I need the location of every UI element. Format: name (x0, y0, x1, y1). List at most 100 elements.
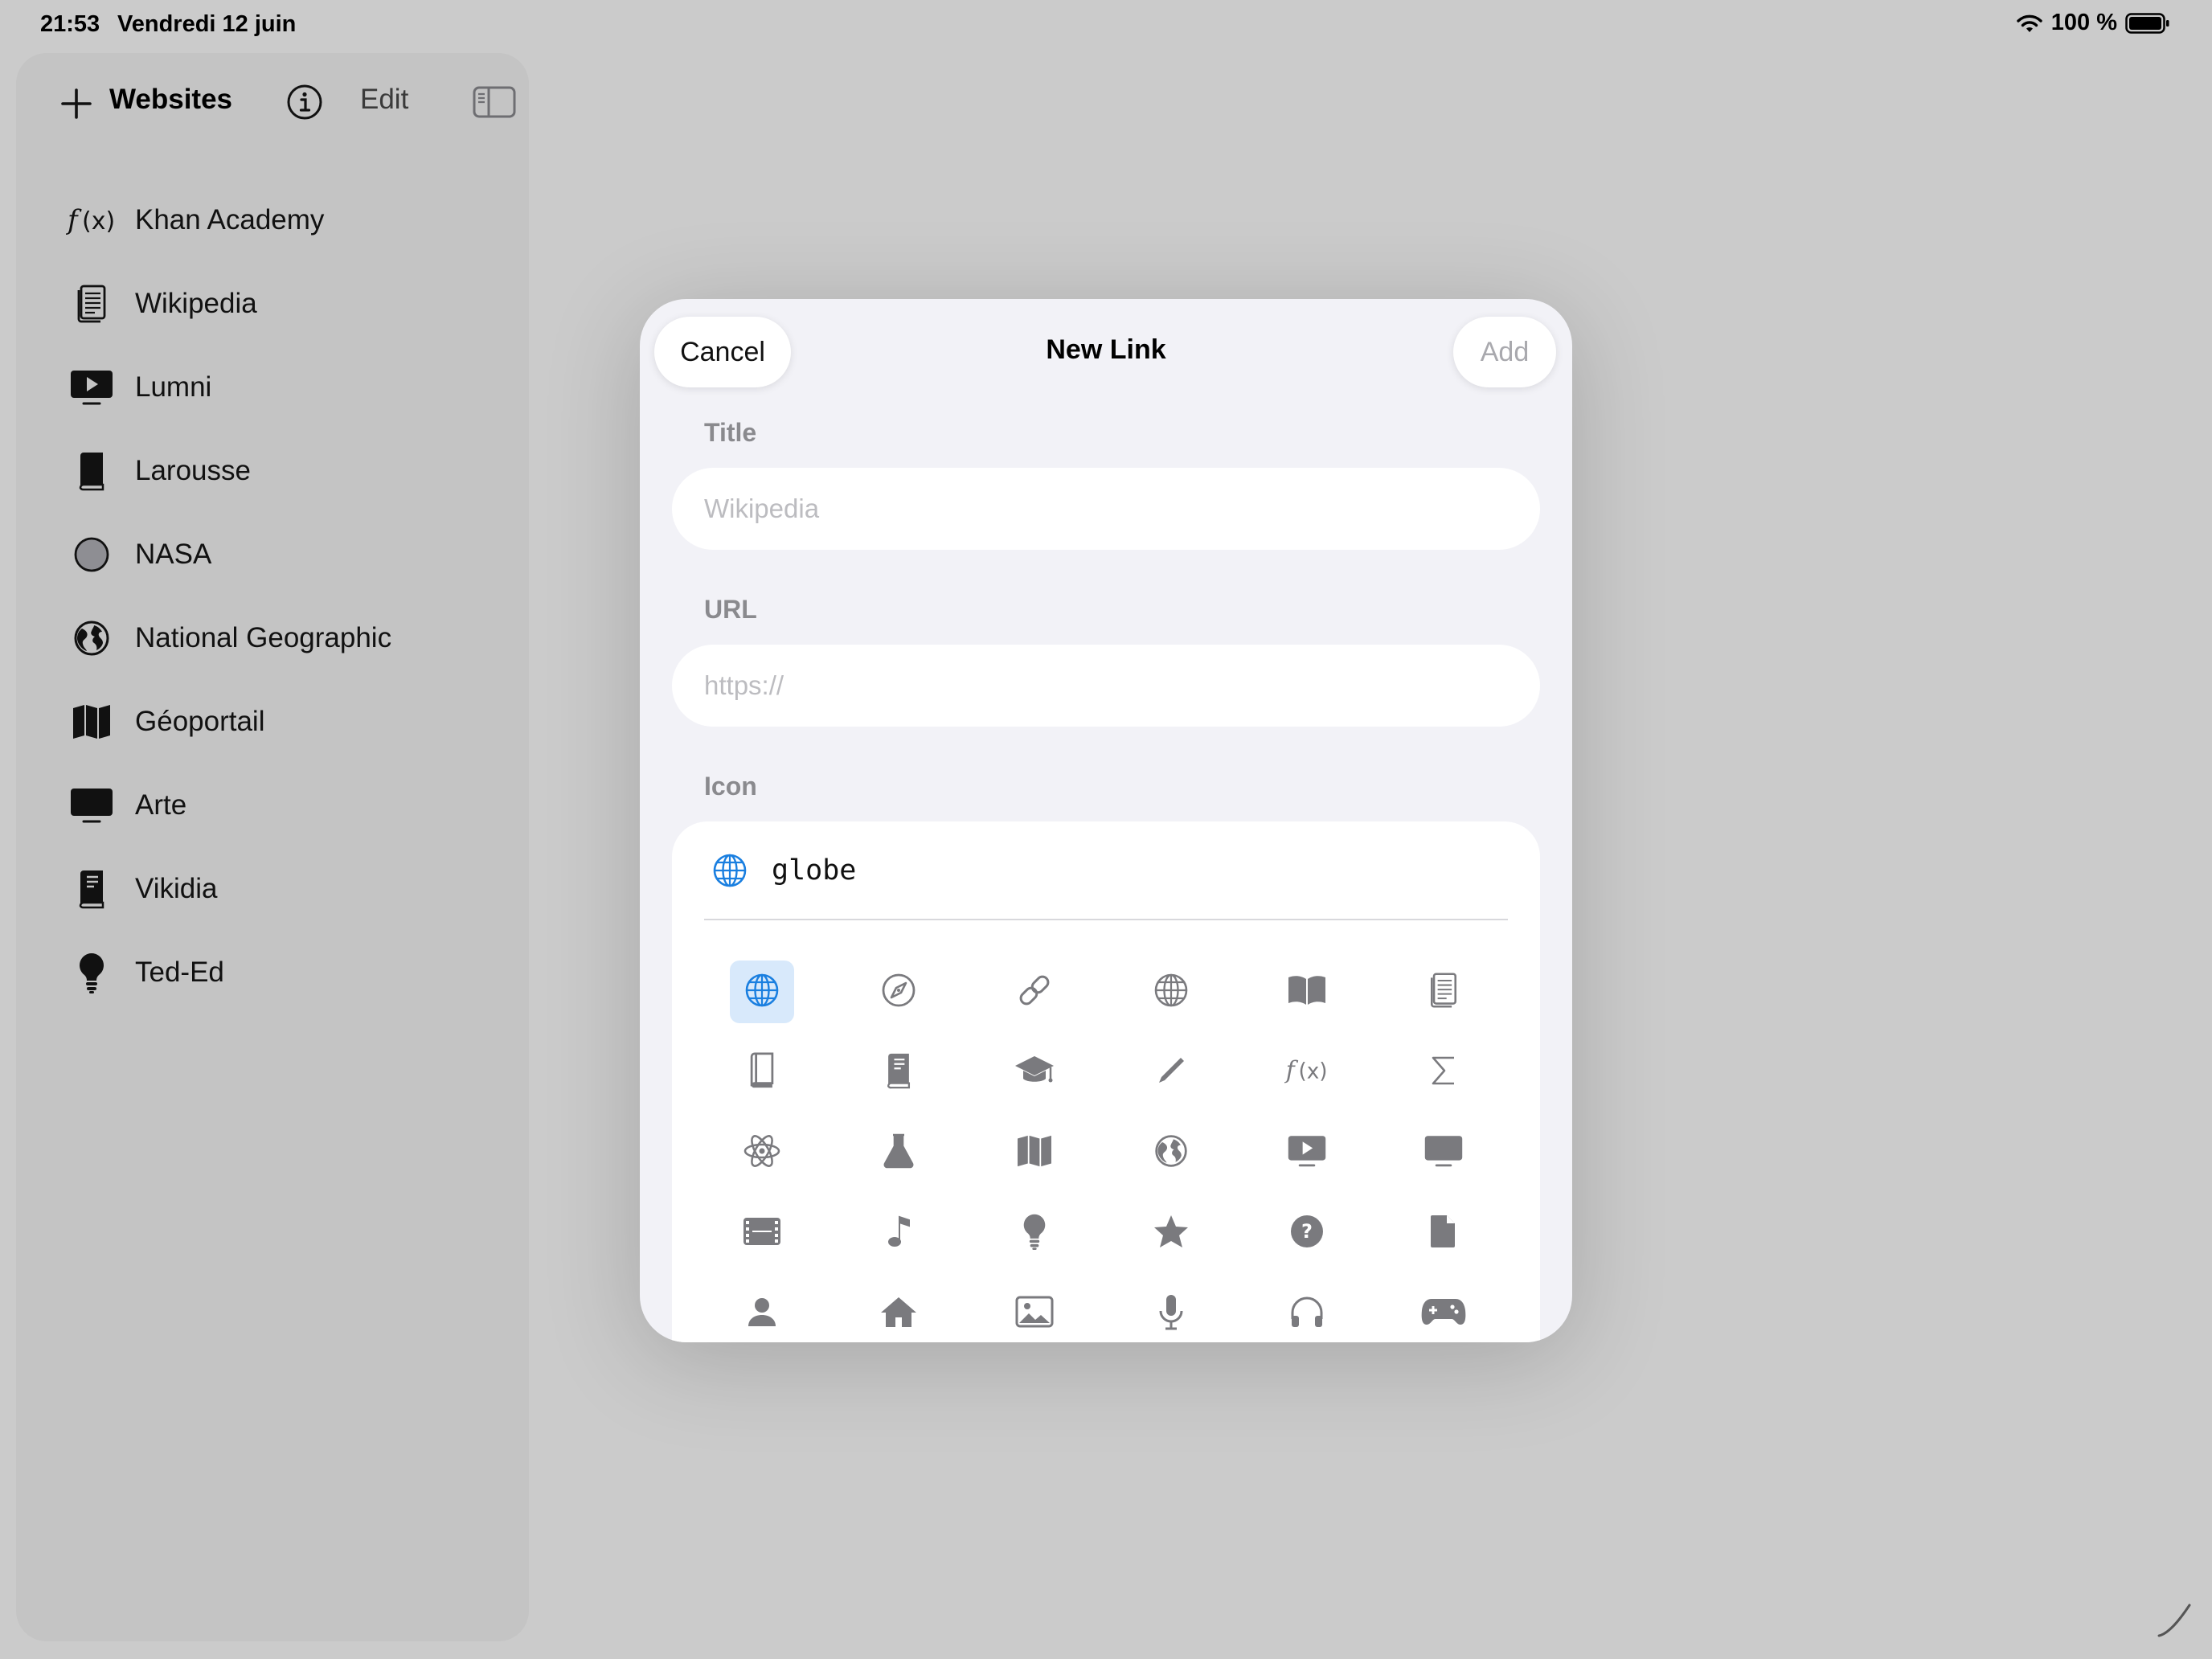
map-icon (59, 698, 124, 746)
info-button[interactable] (267, 66, 342, 141)
edit-button[interactable]: Edit (360, 84, 408, 116)
icon-option-star[interactable] (1139, 1193, 1276, 1273)
svg-text:(x): (x) (1299, 1059, 1328, 1083)
icon-option-document[interactable] (1411, 952, 1548, 1032)
icon-grid-row (730, 1112, 1550, 1193)
sidebar-item-label: NASA (135, 539, 212, 570)
sidebar-icon (473, 86, 516, 122)
atom-icon (743, 1132, 781, 1174)
add-website-button[interactable] (40, 69, 113, 141)
graduation-cap-icon (1014, 1053, 1055, 1092)
sidebar-item-larousse[interactable]: Larousse (16, 429, 529, 513)
svg-text:f: f (66, 204, 82, 236)
icon-grid: f (x) ? (730, 952, 1550, 1342)
divider (704, 919, 1508, 920)
new-link-sheet: Cancel New Link Add Title Wikipedia URL … (640, 299, 1572, 1342)
icon-option-question-circle[interactable]: ? (1275, 1193, 1411, 1273)
icon-option-play-tv[interactable] (1275, 1112, 1411, 1193)
icon-grid-row (730, 1273, 1550, 1342)
sidebar-item-ted-ed[interactable]: Ted-Ed (16, 931, 529, 1014)
sidebar-item-label: Wikipedia (135, 288, 257, 319)
closed-book-icon (883, 1052, 914, 1093)
sidebar-item-geoportail[interactable]: Géoportail (16, 680, 529, 764)
icon-option-flask[interactable] (866, 1112, 1003, 1193)
sidebar-item-label: Géoportail (135, 706, 265, 737)
earth-icon (59, 614, 124, 662)
play-tv-icon (59, 363, 124, 412)
function-icon: f (x) (1284, 1055, 1329, 1091)
earth-icon (1153, 1133, 1189, 1173)
icon-option-music-note[interactable] (866, 1193, 1003, 1273)
icon-option-atom[interactable] (730, 1112, 866, 1193)
question-circle-icon: ? (1289, 1214, 1325, 1253)
sidebar-item-label: Arte (135, 789, 187, 821)
status-right: 100 % (2016, 10, 2170, 36)
add-button[interactable]: Add (1453, 317, 1556, 387)
book-icon (59, 447, 124, 495)
icon-option-person[interactable] (730, 1273, 866, 1342)
sidebar-item-label: National Geographic (135, 622, 392, 653)
sidebar-item-nasa[interactable]: NASA (16, 513, 529, 596)
tv-icon (59, 781, 124, 830)
icon-option-photo[interactable] (1002, 1273, 1139, 1342)
map-icon (1016, 1134, 1053, 1172)
globe-icon (744, 973, 780, 1012)
url-section-label: URL (704, 595, 757, 624)
icon-option-tv[interactable] (1411, 1112, 1548, 1193)
icon-picker: globe f (x) ? (672, 821, 1540, 1342)
icon-option-pencil[interactable] (1139, 1032, 1276, 1112)
person-icon (746, 1296, 778, 1332)
title-section-label: Title (704, 418, 757, 447)
sidebar-item-label: Khan Academy (135, 204, 325, 236)
gamecontroller-icon (1420, 1296, 1467, 1332)
icon-option-house[interactable] (866, 1273, 1003, 1342)
icon-option-microphone[interactable] (1139, 1273, 1276, 1342)
icon-option-doc-fill[interactable] (1411, 1193, 1548, 1273)
svg-text:?: ? (1301, 1220, 1313, 1243)
pencil-icon (1155, 1055, 1187, 1091)
sidebar-item-khan-academy[interactable]: f (x) Khan Academy (16, 178, 529, 262)
document-icon (59, 280, 124, 328)
globe-wire-icon (1153, 973, 1189, 1012)
book-icon (747, 1051, 777, 1093)
icon-section-label: Icon (704, 772, 757, 801)
lightbulb-icon (59, 948, 124, 997)
icon-option-lightbulb[interactable] (1002, 1193, 1139, 1273)
sidebar-item-wikipedia[interactable]: Wikipedia (16, 262, 529, 346)
tv-icon (1423, 1134, 1464, 1172)
book-open-icon (1287, 974, 1327, 1010)
battery-icon (2125, 12, 2170, 34)
sidebar-item-arte[interactable]: Arte (16, 764, 529, 847)
icon-option-film[interactable] (730, 1193, 866, 1273)
icon-option-book-open[interactable] (1275, 952, 1411, 1032)
sidebar-item-label: Lumni (135, 371, 212, 403)
title-placeholder: Wikipedia (704, 494, 820, 523)
star-icon (1153, 1214, 1190, 1253)
website-list: f (x) Khan Academy Wikipedia Lumni Larous… (16, 178, 529, 1014)
icon-option-globe[interactable] (730, 952, 866, 1032)
battery-percent: 100 % (2050, 10, 2117, 35)
film-icon (742, 1215, 782, 1251)
scribble-indicator-icon (2154, 1600, 2194, 1645)
sidebar-toggle-button[interactable] (450, 66, 539, 141)
icon-option-book[interactable] (730, 1032, 866, 1112)
icon-option-graduation-cap[interactable] (1002, 1032, 1139, 1112)
icon-option-book-closed[interactable] (866, 1032, 1003, 1112)
selected-icon-name: globe (772, 854, 857, 887)
sidebar-item-national-geographic[interactable]: National Geographic (16, 596, 529, 680)
icon-option-headphones[interactable] (1275, 1273, 1411, 1342)
title-input[interactable]: Wikipedia (672, 468, 1540, 550)
icon-option-globe-wire[interactable] (1139, 952, 1276, 1032)
sidebar-item-vikidia[interactable]: Vikidia (16, 847, 529, 931)
sidebar-item-label: Ted-Ed (135, 956, 224, 988)
icon-option-gamecontroller[interactable] (1411, 1273, 1548, 1342)
icon-option-function[interactable]: f (x) (1275, 1032, 1411, 1112)
icon-option-link[interactable] (1002, 952, 1139, 1032)
icon-option-sigma[interactable] (1411, 1032, 1548, 1112)
url-input[interactable]: https:// (672, 645, 1540, 727)
icon-option-map[interactable] (1002, 1112, 1139, 1193)
icon-option-compass[interactable] (866, 952, 1003, 1032)
icon-option-earth[interactable] (1139, 1112, 1276, 1193)
sidebar-item-lumni[interactable]: Lumni (16, 346, 529, 429)
globe-icon (711, 851, 749, 890)
